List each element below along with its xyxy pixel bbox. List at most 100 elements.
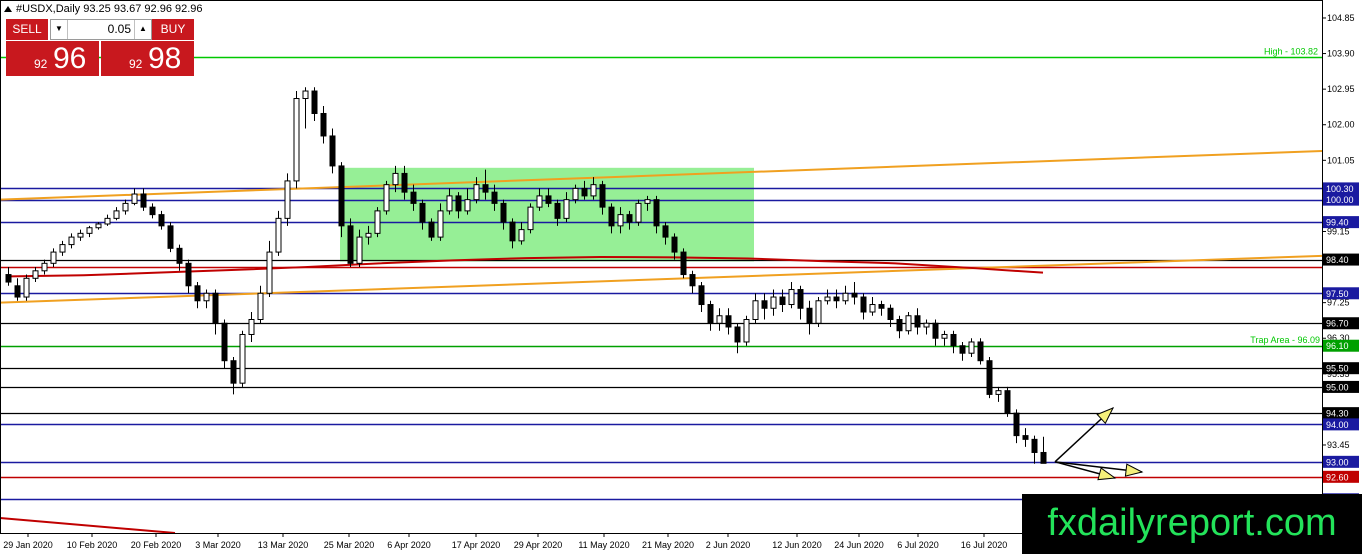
candle-body bbox=[806, 307, 813, 324]
candle-body bbox=[644, 199, 651, 204]
candle-body bbox=[1013, 412, 1020, 437]
candle-body bbox=[365, 232, 372, 238]
candle-body bbox=[743, 319, 750, 343]
candle-body bbox=[554, 202, 561, 219]
candle-body bbox=[662, 225, 669, 238]
candle-body bbox=[671, 236, 678, 253]
candle-body bbox=[563, 199, 570, 219]
candle-body bbox=[869, 304, 876, 313]
price-badge-label: 94.30 bbox=[1326, 409, 1349, 419]
candle-body bbox=[824, 296, 831, 302]
watermark-logo: fxdailyreport.com bbox=[1022, 494, 1362, 554]
candle-body bbox=[194, 285, 201, 302]
x-tick-label: 6 Jul 2020 bbox=[897, 540, 939, 550]
y-tick-label: 101.05 bbox=[1327, 155, 1355, 165]
candle-body bbox=[248, 319, 255, 335]
candle-body bbox=[923, 322, 930, 328]
sell-button[interactable]: SELL bbox=[6, 19, 48, 40]
sell-price[interactable]: 92 96 bbox=[6, 41, 99, 76]
x-tick-label: 12 Jun 2020 bbox=[772, 540, 822, 550]
candle-body bbox=[311, 90, 318, 114]
candle-body bbox=[446, 195, 453, 212]
candle-body bbox=[329, 135, 336, 167]
candle-body bbox=[95, 223, 102, 229]
candle-body bbox=[914, 315, 921, 328]
x-tick-label: 13 Mar 2020 bbox=[258, 540, 309, 550]
candle-body bbox=[32, 270, 39, 279]
candle-body bbox=[419, 202, 426, 223]
candle-body bbox=[14, 285, 21, 298]
candle-body bbox=[500, 202, 507, 223]
y-tick-label: 103.90 bbox=[1327, 49, 1355, 59]
x-tick-label: 29 Apr 2020 bbox=[514, 540, 563, 550]
x-tick-label: 25 Mar 2020 bbox=[324, 540, 375, 550]
buy-price[interactable]: 92 98 bbox=[101, 41, 194, 76]
y-tick-label: 104.85 bbox=[1327, 13, 1355, 23]
candle-body bbox=[50, 251, 57, 264]
dropdown-arrow-icon[interactable]: ▼ bbox=[51, 20, 68, 39]
candle-body bbox=[833, 296, 840, 302]
price-badge-label: 92.60 bbox=[1326, 472, 1349, 482]
candle-body bbox=[167, 225, 174, 249]
y-tick-label: 102.00 bbox=[1327, 120, 1355, 130]
candle-body bbox=[383, 184, 390, 212]
stepper-arrow-icon[interactable]: ▲ bbox=[134, 20, 151, 39]
candle-body bbox=[284, 180, 291, 219]
x-tick-label: 6 Apr 2020 bbox=[387, 540, 431, 550]
sell-price-pips: 96 bbox=[53, 42, 87, 75]
candle-body bbox=[770, 296, 777, 309]
candle-body bbox=[779, 296, 786, 306]
x-tick-label: 29 Jan 2020 bbox=[3, 540, 53, 550]
candle-body bbox=[473, 184, 480, 201]
candle-body bbox=[797, 289, 804, 309]
candle-body bbox=[617, 214, 624, 227]
candle-body bbox=[716, 315, 723, 324]
buy-button[interactable]: BUY bbox=[152, 19, 194, 40]
candle-body bbox=[536, 195, 543, 208]
candle-body bbox=[626, 214, 633, 223]
candle-body bbox=[950, 333, 957, 347]
x-tick-label: 17 Apr 2020 bbox=[452, 540, 501, 550]
candle-body bbox=[860, 296, 867, 313]
x-tick-label: 10 Feb 2020 bbox=[67, 540, 118, 550]
candle-body bbox=[680, 251, 687, 276]
chart-header: #USDX,Daily 93.25 93.67 92.96 92.96 bbox=[4, 3, 203, 15]
candle-body bbox=[464, 199, 471, 212]
sell-price-prefix: 92 bbox=[34, 57, 48, 71]
candle-body bbox=[374, 210, 381, 234]
candle-body bbox=[356, 236, 363, 264]
candle-body bbox=[59, 244, 66, 253]
candle-body bbox=[527, 206, 534, 231]
candle-body bbox=[572, 187, 579, 201]
candle-body bbox=[149, 206, 156, 216]
candle-body bbox=[635, 202, 642, 223]
candle-body bbox=[653, 199, 660, 227]
triangle-icon bbox=[4, 6, 12, 12]
x-tick-label: 24 Jun 2020 bbox=[834, 540, 884, 550]
candle-body bbox=[140, 193, 147, 208]
candle-body bbox=[995, 390, 1002, 395]
trap-area-label: Trap Area - 96.09 bbox=[1250, 335, 1320, 345]
candle-body bbox=[113, 210, 120, 219]
candle-body bbox=[788, 289, 795, 306]
candle-body bbox=[509, 221, 516, 242]
candle-body bbox=[239, 333, 246, 384]
candle-body bbox=[842, 292, 849, 302]
candle-body bbox=[1040, 451, 1047, 464]
candle-body bbox=[275, 217, 282, 253]
candle-body bbox=[338, 165, 345, 227]
arrow-head-icon bbox=[1097, 467, 1117, 481]
candle-body bbox=[320, 112, 327, 137]
candle-body bbox=[401, 172, 408, 193]
price-badge-label: 99.40 bbox=[1326, 218, 1349, 228]
candle-body bbox=[293, 98, 300, 182]
candle-body bbox=[608, 206, 615, 227]
candle-body bbox=[887, 307, 894, 321]
candle-body bbox=[1022, 435, 1029, 440]
candle-body bbox=[410, 191, 417, 204]
candle-body bbox=[815, 300, 822, 324]
chart-title: #USDX,Daily 93.25 93.67 92.96 92.96 bbox=[16, 3, 203, 15]
candle-body bbox=[1031, 438, 1038, 453]
candle-body bbox=[203, 292, 210, 302]
lot-size-input[interactable]: ▼ 0.05 ▲ bbox=[50, 19, 152, 40]
